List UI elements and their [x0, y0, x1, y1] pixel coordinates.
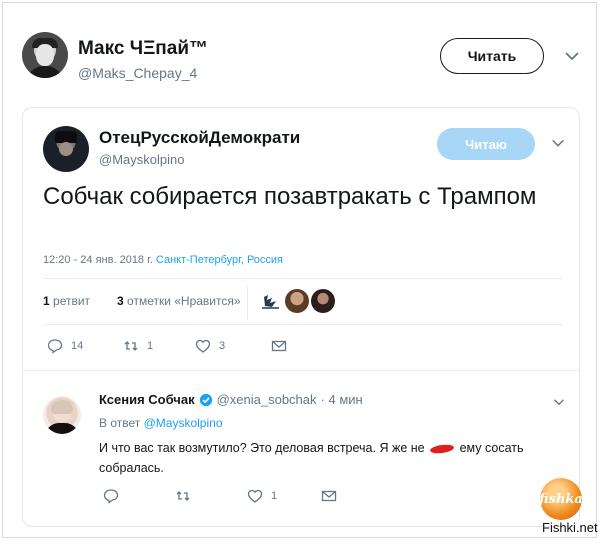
envelope-icon [271, 340, 287, 352]
divider [43, 324, 563, 325]
censor-mark [429, 443, 455, 455]
reply-text-start: И что вас так возмутило? Это деловая вст… [99, 441, 425, 455]
reply-action[interactable]: 14 [47, 336, 83, 356]
liker-avatar[interactable] [311, 289, 335, 313]
watermark: Fishki.net [542, 520, 598, 535]
screenshot-frame: Макс ЧΞпай™ @Maks_Chepay_4 Читать ОтецРу… [0, 0, 601, 541]
retweet-icon [176, 491, 190, 501]
reply-icon [47, 339, 63, 354]
chevron-down-icon[interactable] [551, 136, 565, 150]
tweet-location[interactable]: Санкт-Петербург, Россия [156, 254, 283, 266]
reply-count: 14 [71, 340, 84, 352]
reply-icon [103, 489, 119, 504]
likes-stat[interactable]: 3 отметки «Нравится» [117, 294, 241, 308]
replying-to-handle[interactable]: @Mayskolpino [144, 416, 223, 430]
tweet-header: Макс ЧΞпай™ @Maks_Chepay_4 Читать [22, 28, 582, 88]
retweet-action[interactable]: 1 [123, 336, 153, 356]
likes-label: отметки «Нравится» [127, 294, 241, 308]
reply-text: И что вас так возмутило? Это деловая вст… [99, 438, 549, 478]
retweet-action[interactable] [175, 486, 191, 506]
liker-avatar[interactable] [259, 289, 283, 313]
replying-prefix: В ответ [99, 416, 141, 430]
dm-action[interactable] [321, 486, 337, 506]
retweet-icon [124, 341, 138, 351]
like-action[interactable]: 3 [195, 336, 225, 356]
retweet-count: 1 [147, 340, 154, 352]
reply-author-avatar[interactable] [43, 396, 81, 434]
quoted-author-handle[interactable]: @Mayskolpino [99, 152, 184, 167]
liker-avatar[interactable] [285, 289, 309, 313]
tweet-text: Собчак собирается позавтракать с Трампом [43, 183, 537, 210]
like-count: 1 [271, 490, 278, 502]
divider [43, 278, 563, 279]
tweet-meta: 12:20 - 24 янв. 2018 г. Санкт-Петербург,… [43, 254, 283, 266]
heart-icon [195, 339, 211, 353]
author-handle[interactable]: @Maks_Chepay_4 [78, 65, 197, 81]
quoted-author-name[interactable]: ОтецРусскойДемократи [99, 128, 300, 148]
replying-to: В ответ @Mayskolpino [99, 416, 223, 430]
tweet-actions: 14 1 3 [43, 336, 343, 360]
chevron-down-icon[interactable] [553, 396, 565, 408]
fishki-logo-text: fishka [539, 491, 583, 507]
tweet-time[interactable]: 12:20 - 24 янв. 2018 г. [43, 254, 153, 266]
reply-actions: 1 [99, 486, 399, 506]
author-avatar[interactable] [22, 32, 68, 78]
likes-count: 3 [117, 294, 124, 308]
reply-time[interactable]: · 4 мин [321, 392, 363, 407]
like-action[interactable]: 1 [247, 486, 277, 506]
divider [23, 370, 579, 371]
verified-badge-icon [199, 393, 212, 406]
like-count: 3 [219, 340, 226, 352]
chevron-down-icon[interactable] [564, 48, 580, 64]
retweets-count: 1 [43, 294, 50, 308]
quoted-tweet-card[interactable]: ОтецРусскойДемократи @Mayskolpino Читаю … [22, 107, 580, 527]
follow-button[interactable]: Читать [440, 38, 544, 74]
reply-author-handle[interactable]: @xenia_sobchak [217, 392, 317, 407]
divider [247, 286, 248, 320]
tweet-stats: 1 ретвит 3 отметки «Нравится» [43, 286, 563, 320]
heart-icon [247, 489, 263, 503]
fishki-logo: fishka [539, 478, 583, 520]
author-name[interactable]: Макс ЧΞпай™ [78, 38, 208, 60]
retweets-stat[interactable]: 1 ретвит [43, 294, 90, 308]
quoted-author-avatar[interactable] [43, 126, 89, 172]
retweets-label: ретвит [53, 294, 91, 308]
dm-action[interactable] [271, 336, 287, 356]
following-button[interactable]: Читаю [437, 128, 535, 160]
reply-action[interactable] [103, 486, 119, 506]
reply-header: Ксения Собчак @xenia_sobchak · 4 мин [99, 392, 363, 407]
reply-author-name[interactable]: Ксения Собчак [99, 392, 195, 407]
envelope-icon [321, 490, 337, 502]
